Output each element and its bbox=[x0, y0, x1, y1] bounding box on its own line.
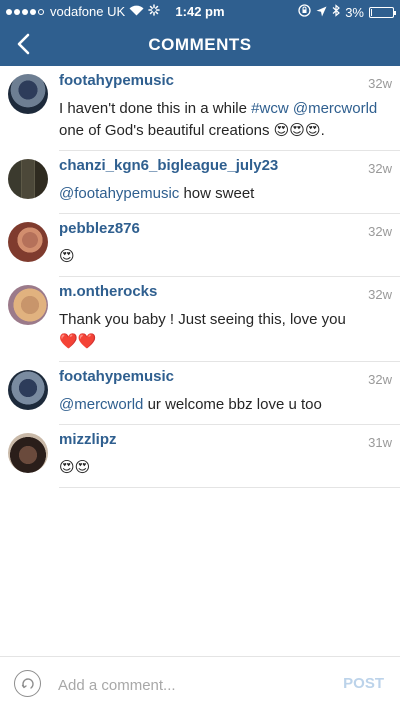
comment-body: footahypemusic 32w I haven't done this i… bbox=[59, 66, 400, 151]
comment-text: @mercworld ur welcome bbz love u too bbox=[59, 394, 400, 416]
emoji-heart-eyes-icon: 😍😍 bbox=[59, 459, 91, 476]
comment-text-tail: one of God's beautiful creations bbox=[59, 122, 270, 139]
comment-suffix: . bbox=[320, 122, 325, 139]
battery-icon bbox=[369, 6, 396, 18]
rotation-lock-icon bbox=[298, 4, 311, 20]
emoji-heart-eyes-icon: 😍 bbox=[59, 248, 75, 265]
avatar[interactable] bbox=[8, 222, 48, 262]
comment-username[interactable]: pebblez876 bbox=[59, 220, 400, 238]
comment-item: mizzlipz 31w 😍😍 bbox=[0, 425, 400, 488]
status-bar: vodafone UK 1:42 pm 3% bbox=[0, 0, 400, 22]
comment-text: 😍😍 bbox=[59, 457, 400, 479]
comment-text-part: ur welcome bbz love u too bbox=[143, 396, 322, 413]
comment-item: pebblez876 32w 😍 bbox=[0, 214, 400, 277]
comment-composer: POST bbox=[0, 656, 400, 711]
comment-text: I haven't done this in a while #wcw @mer… bbox=[59, 98, 400, 142]
emoji-red-heart-icon: ❤️❤️ bbox=[59, 333, 97, 350]
comment-timestamp: 32w bbox=[368, 76, 392, 91]
comment-body: pebblez876 32w 😍 bbox=[59, 214, 400, 277]
status-right-group: 3% bbox=[298, 4, 396, 20]
comment-username[interactable]: footahypemusic bbox=[59, 368, 400, 386]
comment-username[interactable]: m.ontherocks bbox=[59, 283, 400, 301]
comment-item: m.ontherocks 32w Thank you baby ! Just s… bbox=[0, 277, 400, 362]
top-bar: vodafone UK 1:42 pm 3% COMMENTS bbox=[0, 0, 400, 66]
nav-bar: COMMENTS bbox=[0, 22, 400, 66]
location-arrow-icon bbox=[316, 5, 327, 20]
avatar[interactable] bbox=[8, 370, 48, 410]
avatar[interactable] bbox=[8, 159, 48, 199]
avatar[interactable] bbox=[8, 433, 48, 473]
battery-fill bbox=[371, 8, 372, 16]
battery-percent: 3% bbox=[345, 4, 364, 20]
comment-item: chanzi_kgn6_bigleague_july23 32w @footah… bbox=[0, 151, 400, 214]
comment-timestamp: 32w bbox=[368, 224, 392, 239]
comment-text-part: how sweet bbox=[179, 185, 255, 202]
comment-text: 😍 bbox=[59, 246, 400, 268]
comment-timestamp: 32w bbox=[368, 372, 392, 387]
comment-username[interactable]: mizzlipz bbox=[59, 431, 400, 449]
bluetooth-icon bbox=[332, 4, 341, 20]
comment-body: chanzi_kgn6_bigleague_july23 32w @footah… bbox=[59, 151, 400, 214]
comment-text-part: I haven't done this in a while bbox=[59, 100, 252, 117]
page-title: COMMENTS bbox=[148, 35, 252, 54]
comment-body: mizzlipz 31w 😍😍 bbox=[59, 425, 400, 488]
mention-link[interactable]: @mercworld bbox=[293, 100, 377, 117]
user-avatar-icon[interactable] bbox=[14, 670, 41, 697]
avatar[interactable] bbox=[8, 285, 48, 325]
comment-text: Thank you baby ! Just seeing this, love … bbox=[59, 309, 400, 353]
hashtag-link[interactable]: #wcw bbox=[251, 100, 289, 117]
comment-item: footahypemusic 32w I haven't done this i… bbox=[0, 66, 400, 151]
comment-text: @footahypemusic how sweet bbox=[59, 183, 400, 205]
comment-username[interactable]: footahypemusic bbox=[59, 72, 400, 90]
post-button[interactable]: POST bbox=[343, 675, 384, 692]
mention-link[interactable]: @footahypemusic bbox=[59, 185, 179, 202]
comment-item: footahypemusic 32w @mercworld ur welcome… bbox=[0, 362, 400, 425]
comment-text-part: Thank you baby ! Just seeing this, love … bbox=[59, 311, 346, 328]
comment-timestamp: 32w bbox=[368, 287, 392, 302]
comments-list: footahypemusic 32w I haven't done this i… bbox=[0, 66, 400, 488]
comment-timestamp: 31w bbox=[368, 435, 392, 450]
emoji-heart-eyes-icon: 😍😍😍 bbox=[273, 122, 321, 139]
avatar[interactable] bbox=[8, 74, 48, 114]
comment-body: m.ontherocks 32w Thank you baby ! Just s… bbox=[59, 277, 400, 362]
mention-link[interactable]: @mercworld bbox=[59, 396, 143, 413]
comment-body: footahypemusic 32w @mercworld ur welcome… bbox=[59, 362, 400, 425]
comment-username[interactable]: chanzi_kgn6_bigleague_july23 bbox=[59, 157, 400, 175]
comment-input[interactable] bbox=[58, 674, 328, 696]
comment-timestamp: 32w bbox=[368, 161, 392, 176]
